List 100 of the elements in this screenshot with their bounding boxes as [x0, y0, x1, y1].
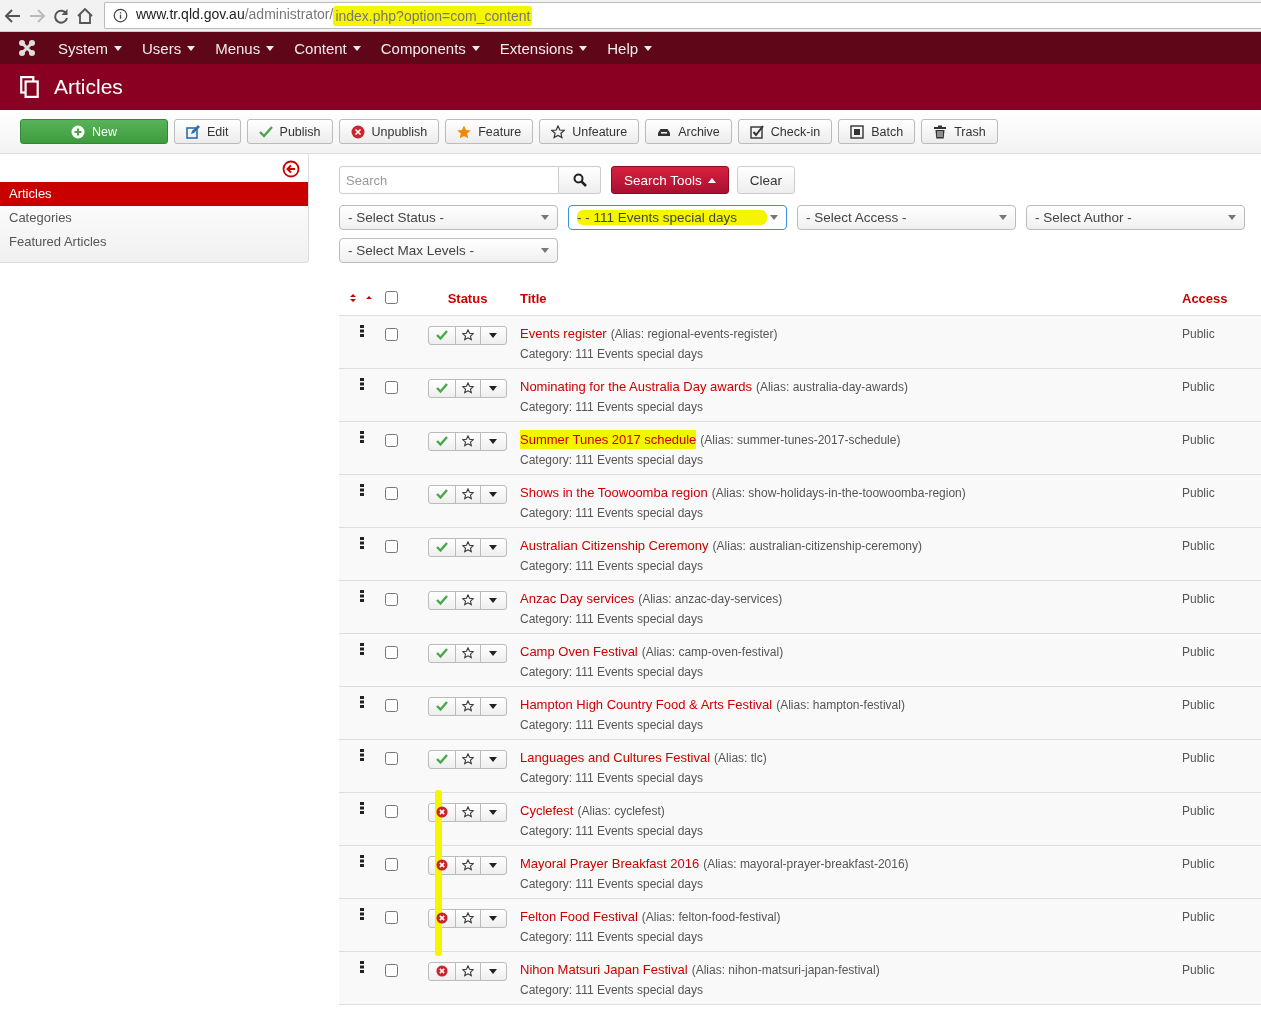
toolbar-button[interactable]: Publish — [246, 119, 333, 144]
article-link[interactable]: Events register — [520, 323, 607, 343]
menu-item[interactable]: Extensions — [489, 39, 598, 57]
row-checkbox[interactable] — [385, 327, 398, 341]
article-link[interactable]: Camp Oven Festival — [520, 641, 638, 661]
row-checkbox[interactable] — [385, 592, 398, 606]
article-link[interactable]: Hampton High Country Food & Arts Festival — [520, 694, 773, 714]
caret-icon — [489, 862, 497, 868]
caret-icon — [489, 756, 497, 762]
home-icon[interactable] — [76, 6, 94, 25]
reload-icon[interactable] — [52, 6, 70, 25]
drag-handle-icon[interactable] — [359, 695, 364, 708]
article-link[interactable]: Australian Citizenship Ceremony — [520, 535, 709, 555]
row-checkbox[interactable] — [385, 645, 398, 659]
row-checkbox[interactable] — [385, 433, 398, 447]
toolbar-button[interactable]: Batch — [838, 119, 916, 144]
plus-circle-icon — [71, 124, 85, 139]
back-icon[interactable] — [4, 6, 22, 25]
article-link[interactable]: Anzac Day services — [520, 588, 635, 608]
access-text: Public — [1182, 697, 1215, 712]
row-checkbox[interactable] — [385, 486, 398, 500]
row-checkbox[interactable] — [385, 539, 398, 553]
filter-select[interactable]: - Select Access - — [797, 205, 1016, 230]
caret-icon — [187, 45, 196, 51]
logo-icon[interactable] — [18, 39, 36, 57]
row-checkbox[interactable] — [385, 910, 398, 924]
menu-item[interactable]: Components — [370, 39, 490, 57]
toolbar-button[interactable]: Feature — [445, 119, 534, 144]
article-link[interactable]: Languages and Cultures Festival — [520, 747, 711, 767]
sidebar-item[interactable]: Articles — [0, 182, 308, 206]
filter-select[interactable]: - Select Status - — [339, 205, 558, 230]
toolbar-button[interactable]: Unfeature — [539, 119, 640, 144]
category-text: Category: 111 Events special days — [520, 346, 704, 361]
filter-select[interactable]: - Select Max Levels - — [339, 238, 558, 263]
sort-icon[interactable] — [349, 293, 375, 304]
menu-item[interactable]: Content — [284, 39, 371, 57]
toolbar-button[interactable]: Unpublish — [338, 119, 440, 144]
column-header[interactable]: Status — [447, 291, 488, 307]
address-bar[interactable]: www.tr.qld.gov.au/administrator/index.php?option=com_content — [104, 2, 1261, 29]
caret-icon — [770, 215, 778, 220]
search-field[interactable]: Search — [339, 166, 559, 194]
category-text: Category: 111 Events special days — [520, 664, 704, 679]
toolbar-button[interactable]: Edit — [174, 119, 241, 144]
article-link[interactable]: Cyclefest — [520, 800, 574, 820]
row-checkbox[interactable] — [385, 751, 398, 765]
menu-item[interactable]: Menus — [205, 39, 285, 57]
alias-text: (Alias: regional-events-register) — [610, 326, 778, 341]
star-outline-icon — [461, 488, 474, 500]
row-checkbox[interactable] — [385, 857, 398, 871]
toolbar-button[interactable]: Trash — [921, 119, 998, 144]
drag-handle-icon[interactable] — [359, 854, 364, 867]
caret-icon — [489, 968, 497, 974]
drag-handle-icon[interactable] — [359, 589, 364, 602]
article-link[interactable]: Mayoral Prayer Breakfast 2016 — [520, 853, 700, 873]
menu-item[interactable]: System — [48, 39, 132, 57]
filter-select[interactable]: - - 111 Events special days — [568, 205, 787, 230]
alias-text: (Alias: felton-food-festival) — [641, 909, 781, 924]
check-icon — [258, 124, 273, 139]
sidebar-item[interactable]: Categories — [0, 206, 308, 230]
caret-icon — [266, 45, 275, 51]
drag-handle-icon[interactable] — [359, 642, 364, 655]
filter-select[interactable]: - Select Author - — [1026, 205, 1245, 230]
category-text: Category: 111 Events special days — [520, 717, 704, 732]
drag-handle-icon[interactable] — [359, 536, 364, 549]
drag-handle-icon[interactable] — [359, 960, 364, 973]
sidebar-item[interactable]: Featured Articles — [0, 230, 308, 254]
caret-icon — [471, 45, 480, 51]
search-tools-button[interactable]: Search Tools — [611, 166, 729, 194]
column-header[interactable]: Access — [1182, 291, 1228, 307]
caret-icon — [489, 544, 497, 550]
menu-item[interactable]: Users — [132, 39, 206, 57]
collapse-icon[interactable] — [282, 160, 300, 178]
article-link[interactable]: Felton Food Festival — [520, 906, 638, 926]
article-link[interactable]: Nominating for the Australia Day awards — [520, 376, 752, 396]
drag-handle-icon[interactable] — [359, 907, 364, 920]
row-checkbox[interactable] — [385, 380, 398, 394]
access-text: Public — [1182, 909, 1215, 924]
article-link[interactable]: Shows in the Toowoomba region — [520, 482, 708, 502]
search-button[interactable] — [559, 166, 601, 194]
drag-handle-icon[interactable] — [359, 483, 364, 496]
cross-circle-icon — [350, 124, 365, 139]
star-outline-icon — [551, 124, 566, 139]
article-link[interactable]: Nihon Matsuri Japan Festival — [520, 959, 688, 979]
select-all-checkbox[interactable] — [385, 290, 398, 304]
caret-icon — [489, 915, 497, 921]
drag-handle-icon[interactable] — [359, 748, 364, 761]
article-link[interactable]: Summer Tunes 2017 schedule — [520, 429, 697, 449]
row-checkbox[interactable] — [385, 804, 398, 818]
drag-handle-icon[interactable] — [359, 801, 364, 814]
column-header[interactable]: Title — [520, 291, 547, 307]
star-icon — [457, 124, 472, 139]
toolbar-button[interactable]: Check-in — [737, 119, 833, 144]
drag-handle-icon[interactable] — [359, 324, 364, 337]
clear-button[interactable]: Clear — [736, 166, 796, 194]
row-checkbox[interactable] — [385, 698, 398, 712]
drag-handle-icon[interactable] — [359, 430, 364, 443]
menu-item[interactable]: Help — [597, 39, 663, 57]
toolbar-button[interactable]: Archive — [645, 119, 732, 144]
drag-handle-icon[interactable] — [359, 377, 364, 390]
row-checkbox[interactable] — [385, 963, 398, 977]
